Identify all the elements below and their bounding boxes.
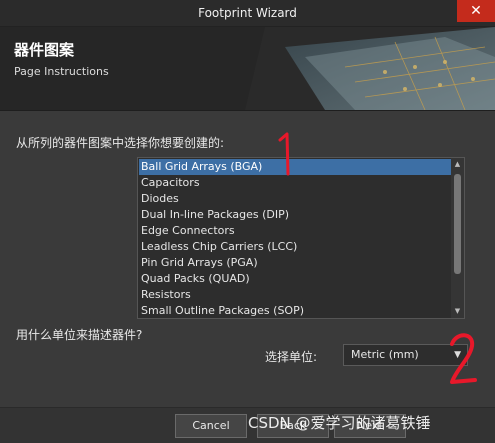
scroll-down-icon[interactable]: ▼ (451, 305, 464, 318)
title-bar: Footprint Wizard ✕ (0, 0, 495, 27)
footprint-prompt: 从所列的器件图案中选择你想要创建的: (16, 136, 225, 150)
cancel-button[interactable]: Cancel (175, 414, 247, 438)
unit-select-value: Metric (mm) (351, 348, 419, 361)
list-item[interactable]: Pin Grid Arrays (PGA) (139, 255, 451, 271)
footprint-list[interactable]: Ball Grid Arrays (BGA) Capacitors Diodes… (137, 157, 465, 319)
unit-question: 用什么单位来描述器件? (16, 328, 143, 342)
unit-label: 选择单位: (265, 350, 318, 364)
page-subtitle: Page Instructions (14, 65, 109, 78)
annotation-two-mark (450, 333, 477, 384)
header-divider (0, 110, 495, 111)
list-item[interactable]: Leadless Chip Carriers (LCC) (139, 239, 451, 255)
annotation-one-mark (278, 132, 290, 176)
list-item[interactable]: Dual In-line Packages (DIP) (139, 207, 451, 223)
close-button[interactable]: ✕ (457, 0, 495, 22)
close-icon: ✕ (470, 3, 482, 19)
list-item[interactable]: Resistors (139, 287, 451, 303)
list-item[interactable]: Quad Packs (QUAD) (139, 271, 451, 287)
list-item[interactable]: Diodes (139, 191, 451, 207)
wizard-header: 器件图案 Page Instructions (0, 27, 495, 110)
page-title: 器件图案 (14, 41, 75, 59)
scroll-up-icon[interactable]: ▲ (451, 158, 464, 171)
watermark: CSDN @爱学习的诸葛铁锤 (248, 414, 431, 432)
list-item[interactable]: Edge Connectors (139, 223, 451, 239)
window-title: Footprint Wizard (198, 6, 297, 20)
pcb-header-image (245, 27, 495, 110)
list-item[interactable]: Small Outline Packages (SOP) (139, 303, 451, 319)
list-scrollbar[interactable]: ▲ ▼ (451, 158, 464, 318)
scroll-thumb[interactable] (454, 174, 461, 274)
